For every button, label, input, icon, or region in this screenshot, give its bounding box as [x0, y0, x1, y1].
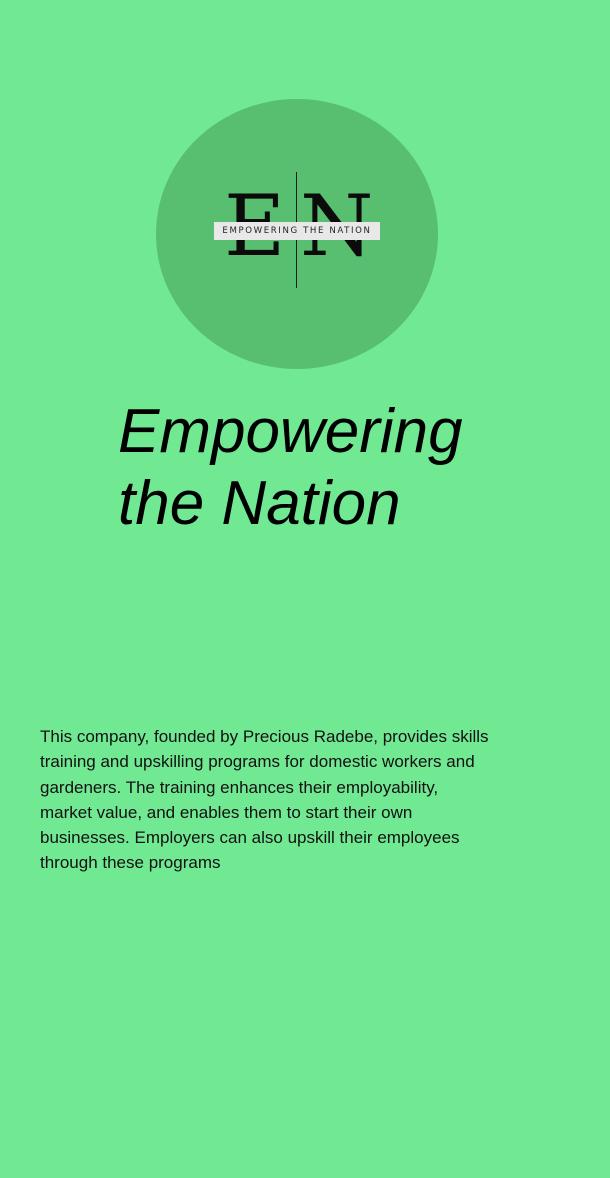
company-description: This company, founded by Precious Radebe…	[40, 727, 489, 873]
logo-tagline: EMPOWERING THE NATION	[214, 222, 380, 240]
page-title: Empowering the Nation	[118, 397, 463, 538]
logo: E N EMPOWERING THE NATION	[214, 170, 380, 290]
